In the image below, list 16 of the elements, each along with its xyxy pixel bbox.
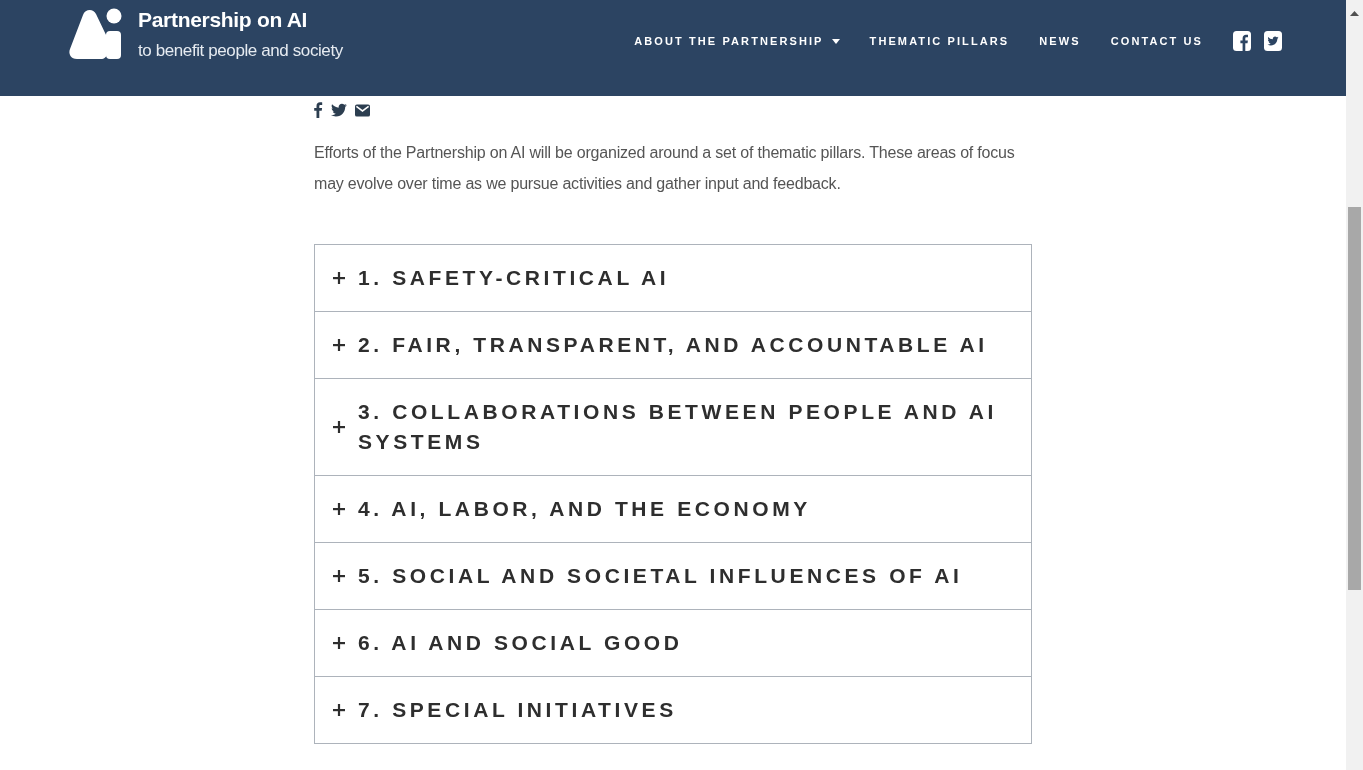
- email-icon[interactable]: [355, 103, 370, 117]
- nav-link[interactable]: ABOUT THE PARTNERSHIP: [634, 31, 840, 51]
- site-tagline: to benefit people and society: [138, 40, 343, 62]
- scroll-up-icon[interactable]: [1350, 11, 1359, 16]
- scrollbar[interactable]: [1346, 0, 1363, 770]
- nav-link[interactable]: NEWS: [1039, 31, 1081, 51]
- twitter-icon[interactable]: [1264, 31, 1282, 51]
- nav-link[interactable]: CONTACT US: [1110, 31, 1203, 51]
- facebook-icon[interactable]: [314, 102, 323, 118]
- logo-icon: [68, 7, 122, 61]
- scrollbar-thumb[interactable]: [1348, 207, 1361, 590]
- facebook-icon[interactable]: [1233, 31, 1251, 51]
- twitter-icon[interactable]: [331, 103, 347, 117]
- nav-link[interactable]: THEMATIC PILLARS: [869, 31, 1010, 51]
- site-title: Partnership on AI: [138, 7, 309, 33]
- intro-paragraph: Efforts of the Partnership on AI will be organized around a set of thematic pillars. These areas of focus may evolve over time as we pursue activities and gather input and feedback.: [314, 143, 1016, 194]
